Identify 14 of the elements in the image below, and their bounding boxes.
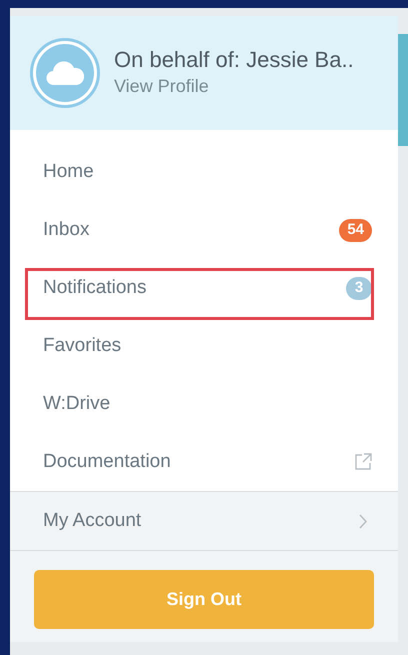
menu-item[interactable]: Inbox: [43, 216, 90, 244]
view-profile-link[interactable]: View Profile: [114, 73, 354, 100]
menu-item[interactable]: Favorites: [43, 332, 122, 360]
profile-name: On behalf of: Jessie Ba..: [114, 46, 354, 74]
menu-item[interactable]: Documentation: [43, 448, 171, 476]
external-link-icon: [354, 453, 372, 471]
count-badge: 54: [339, 218, 372, 242]
chevron-right-icon: [359, 514, 368, 528]
menu-item[interactable]: Notifications: [43, 274, 146, 302]
menu-item[interactable]: W:Drive: [43, 390, 110, 418]
menu-item[interactable]: Home: [43, 158, 94, 186]
my-account-row[interactable]: My Account: [10, 492, 398, 550]
my-account-label: My Account: [43, 508, 142, 533]
count-badge: 3: [346, 276, 372, 300]
